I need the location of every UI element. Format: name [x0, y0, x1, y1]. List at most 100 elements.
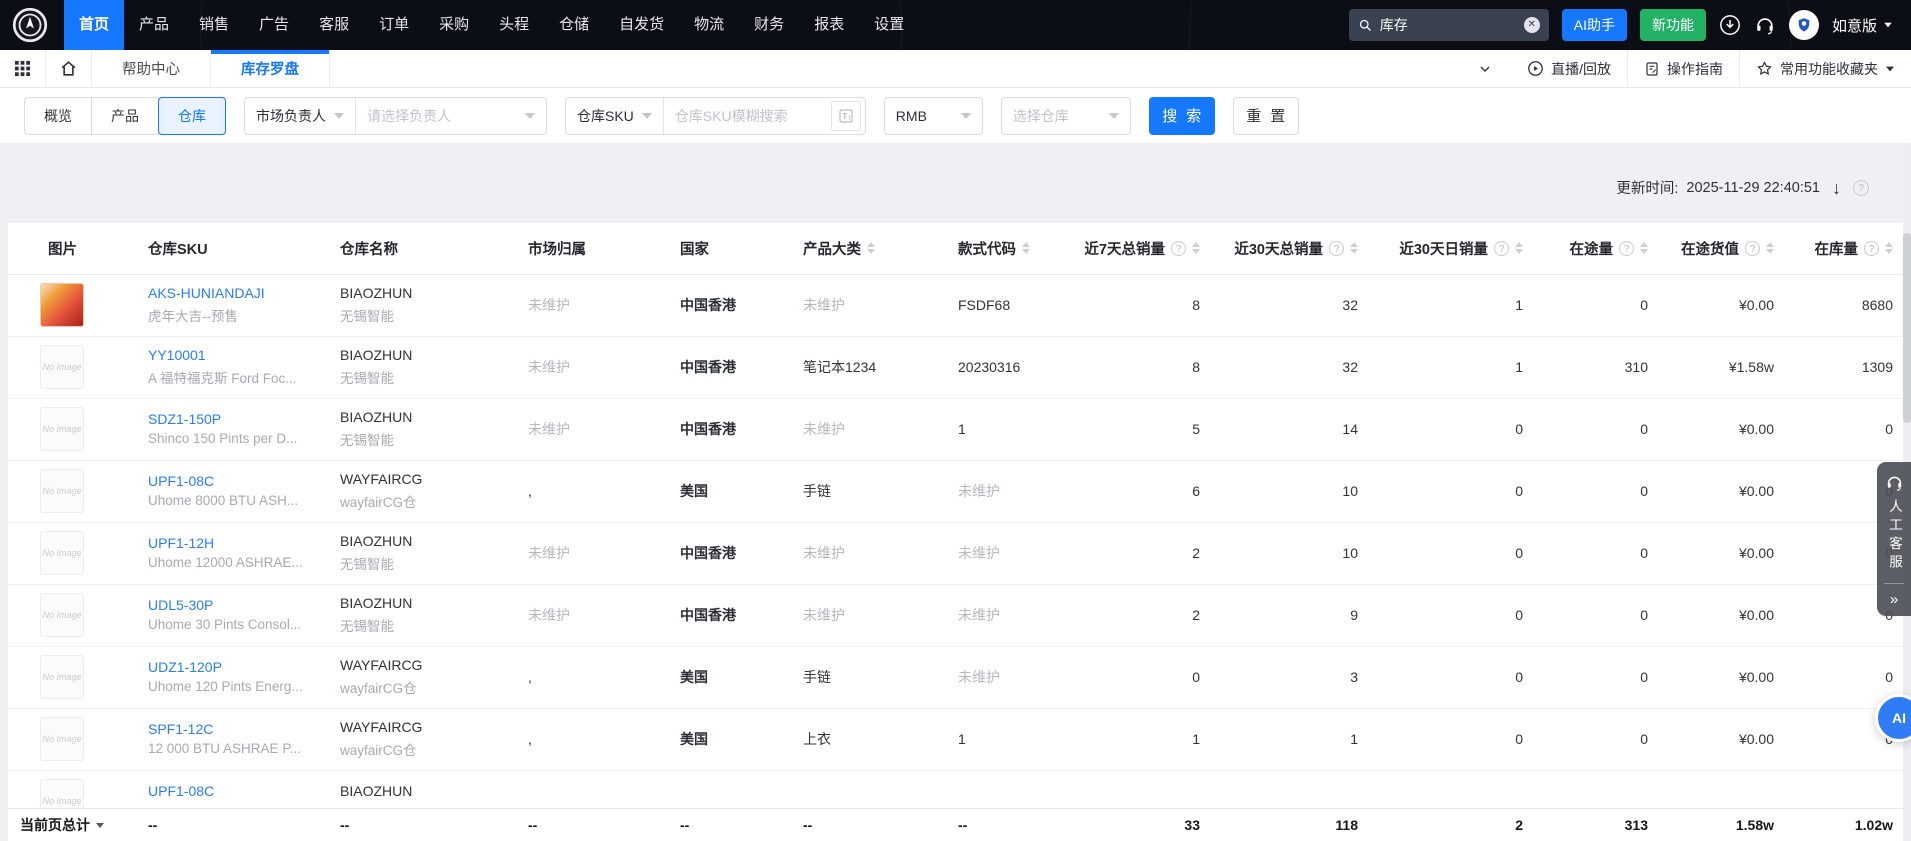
product-thumbnail[interactable]: No Image: [40, 593, 84, 637]
action-常用功能收藏夹[interactable]: 常用功能收藏夹: [1739, 50, 1911, 87]
cell-sales_7d: 0: [1080, 646, 1210, 709]
version-switcher[interactable]: 如意版: [1832, 15, 1893, 36]
nav-item-头程[interactable]: 头程: [484, 0, 544, 50]
cell-sales_7d: 8: [1080, 274, 1210, 337]
home-icon[interactable]: [46, 50, 92, 87]
col-header-sales_7d: 近7天总销量?: [1080, 223, 1210, 275]
owner-picker[interactable]: [356, 98, 546, 134]
product-thumbnail[interactable]: [40, 283, 84, 327]
nav-item-订单[interactable]: 订单: [364, 0, 424, 50]
batch-input-icon[interactable]: [830, 100, 861, 131]
sku-link[interactable]: UDL5-30P: [148, 597, 310, 613]
help-icon[interactable]: ?: [1853, 179, 1869, 196]
help-icon[interactable]: ?: [1494, 240, 1509, 256]
market-owner-select[interactable]: 市场负责人: [245, 98, 355, 134]
help-icon[interactable]: ?: [1171, 240, 1186, 256]
sort-icon[interactable]: [1350, 242, 1358, 255]
sku-type-select[interactable]: 仓库SKU: [566, 98, 663, 134]
product-thumbnail[interactable]: No Image: [40, 407, 84, 451]
product-thumbnail[interactable]: No Image: [40, 531, 84, 575]
sku-link[interactable]: AKS-HUNIANDAJI: [148, 285, 310, 301]
divider: [1884, 583, 1904, 584]
action-操作指南[interactable]: 操作指南: [1627, 50, 1739, 87]
chevron-down-icon: [1108, 112, 1119, 119]
col-label: 产品大类: [803, 241, 861, 258]
action-直播/回放[interactable]: 直播/回放: [1511, 50, 1627, 87]
export-arrow-icon[interactable]: ↓: [1832, 179, 1841, 197]
nav-item-采购[interactable]: 采购: [424, 0, 484, 50]
sku-link[interactable]: UPF1-12H: [148, 535, 310, 551]
sku-link[interactable]: UPF1-08C: [148, 473, 310, 489]
help-icon[interactable]: ?: [1329, 240, 1344, 256]
nav-item-设置[interactable]: 设置: [859, 0, 919, 50]
sort-icon[interactable]: [1022, 242, 1030, 255]
search-input[interactable]: 库存: [1380, 15, 1517, 35]
nav-item-报表[interactable]: 报表: [799, 0, 859, 50]
cell-image: No Image: [8, 646, 118, 709]
nav-item-物流[interactable]: 物流: [679, 0, 739, 50]
nav-item-自发货[interactable]: 自发货: [604, 0, 679, 50]
nav-item-首页[interactable]: 首页: [64, 0, 125, 50]
sku-link[interactable]: SPF1-12C: [148, 721, 310, 737]
product-thumbnail[interactable]: No Image: [40, 717, 84, 761]
customer-service-widget[interactable]: 人工客服 »: [1877, 462, 1911, 616]
help-icon[interactable]: ?: [1864, 240, 1879, 256]
sku-link[interactable]: UPF1-08C: [148, 783, 310, 799]
sort-icon[interactable]: [1766, 242, 1774, 255]
tab-bar: 帮助中心 库存罗盘 直播/回放 操作指南 常用功能收藏夹: [0, 50, 1911, 88]
view-tab-仓库[interactable]: 仓库: [158, 96, 226, 135]
user-avatar[interactable]: [1788, 10, 1819, 40]
nav-item-广告[interactable]: 广告: [244, 0, 304, 50]
help-icon[interactable]: ?: [1745, 240, 1760, 256]
ai-assistant-button[interactable]: AI助手: [1561, 9, 1627, 41]
sku-link[interactable]: UDZ1-120P: [148, 659, 310, 675]
reset-button[interactable]: 重置: [1232, 96, 1299, 135]
global-search[interactable]: 库存 ✕: [1348, 9, 1549, 41]
sort-icon[interactable]: [1885, 242, 1893, 255]
header-wrap: 图片: [48, 238, 77, 259]
sku-search-input[interactable]: [674, 107, 825, 124]
sort-icon[interactable]: [1515, 242, 1523, 255]
sort-icon[interactable]: [1192, 242, 1200, 255]
owner-input[interactable]: [367, 107, 517, 124]
sku-link[interactable]: SDZ1-150P: [148, 411, 310, 427]
nav-item-财务[interactable]: 财务: [739, 0, 799, 50]
update-time-row: 更新时间: 2025-11-29 22:40:51 ↓ ?: [1616, 177, 1869, 198]
cell-country: 美国: [650, 708, 773, 771]
summary-in_stock: 1.02w: [1854, 817, 1893, 833]
scrollbar-thumb[interactable]: [1903, 233, 1911, 423]
sort-icon[interactable]: [867, 242, 875, 255]
product-thumbnail[interactable]: No Image: [40, 655, 84, 699]
headset-icon[interactable]: [1754, 14, 1776, 36]
tab-帮助中心[interactable]: 帮助中心: [92, 50, 211, 87]
chevron-down-icon[interactable]: [96, 822, 104, 828]
collapse-right-icon[interactable]: »: [1890, 591, 1898, 609]
nav-item-产品[interactable]: 产品: [124, 0, 184, 50]
currency-select[interactable]: RMB: [883, 96, 983, 135]
warehouse-name: wayfairCG仓: [340, 681, 417, 696]
search-clear-icon[interactable]: ✕: [1523, 17, 1540, 33]
product-thumbnail[interactable]: No Image: [40, 345, 84, 389]
new-feature-button[interactable]: 新功能: [1639, 9, 1706, 41]
apps-grid-icon[interactable]: [0, 50, 46, 87]
nav-item-销售[interactable]: 销售: [184, 0, 244, 50]
nav-item-仓储[interactable]: 仓储: [544, 0, 604, 50]
view-tab-产品[interactable]: 产品: [91, 96, 159, 135]
warehouse-select[interactable]: 选择仓库: [1000, 96, 1131, 135]
col-label: 在途货值: [1681, 241, 1739, 258]
warehouse-name: 无锡智能: [340, 557, 394, 572]
tab-库存罗盘[interactable]: 库存罗盘: [211, 50, 330, 87]
product-thumbnail[interactable]: No Image: [40, 469, 84, 513]
view-tab-概览[interactable]: 概览: [24, 96, 92, 135]
product-name: Shinco 150 Pints per D...: [148, 431, 298, 446]
sort-icon[interactable]: [1640, 242, 1648, 255]
nav-item-客服[interactable]: 客服: [304, 0, 364, 50]
search-button[interactable]: 搜索: [1148, 96, 1215, 135]
help-icon[interactable]: ?: [1619, 240, 1634, 256]
col-header-sku: 仓库SKU: [118, 223, 310, 275]
tabs-collapse-chevron-icon[interactable]: [1459, 61, 1511, 77]
download-icon[interactable]: [1719, 14, 1741, 36]
cell-sales_7d: 5: [1080, 398, 1210, 461]
summary-label-text: 当前页总计: [20, 817, 90, 833]
sku-link[interactable]: YY10001: [148, 347, 310, 363]
